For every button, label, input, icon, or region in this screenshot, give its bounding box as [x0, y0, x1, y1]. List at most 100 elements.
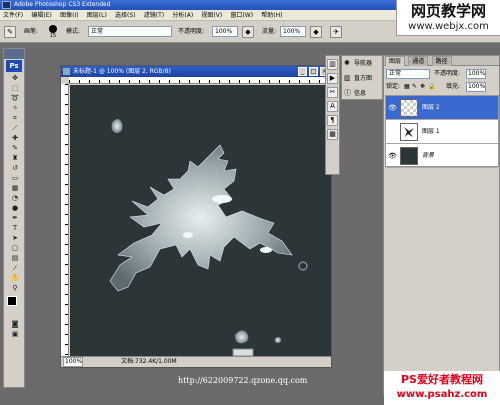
menu-image[interactable]: 图像(I): [57, 10, 81, 21]
pen-tool-icon[interactable]: ✒: [6, 213, 24, 223]
clone-stamp-tool-icon[interactable]: ♜: [6, 153, 24, 163]
tab-paths[interactable]: 路径: [431, 56, 452, 66]
lock-position-icon[interactable]: ✥: [420, 82, 425, 92]
paragraph-panel-icon[interactable]: ¶: [327, 115, 338, 126]
document-icon: [63, 68, 70, 75]
visibility-eye-icon[interactable]: 👁: [388, 104, 397, 112]
tablet-flow-icon[interactable]: ◆: [310, 26, 322, 38]
tool-presets-icon[interactable]: ✂: [327, 87, 338, 98]
layer-comps-icon[interactable]: ▦: [327, 129, 338, 140]
layer-lock-row: 锁定: ▦ ✎ ✥ 🔒 填充: 100%: [386, 82, 499, 93]
lock-transparency-icon[interactable]: ▦: [404, 82, 410, 92]
mode-value: 正常: [91, 28, 104, 35]
visibility-checkbox-icon[interactable]: [388, 128, 397, 136]
maximize-icon[interactable]: □: [309, 67, 318, 76]
marquee-tool-icon[interactable]: ⬚: [6, 83, 24, 93]
opacity-input[interactable]: 100%: [212, 26, 238, 37]
actions-panel-icon[interactable]: ▶: [327, 73, 338, 84]
history-brush-tool-icon[interactable]: ↺: [6, 163, 24, 173]
brush-tool-preset-icon[interactable]: ✎: [4, 26, 16, 38]
visibility-eye-icon[interactable]: 👁: [388, 152, 397, 160]
info-item[interactable]: ⓘ 信息: [342, 86, 382, 101]
navigator-panel: ✺ 导航器 ▥ 直方图 ⓘ 信息: [341, 55, 383, 100]
document-info[interactable]: 文档:732.4K/1.00M: [121, 357, 177, 367]
menu-edit[interactable]: 编辑(E): [28, 10, 54, 21]
ps-logo: Ps: [6, 60, 22, 72]
airbrush-icon[interactable]: ✈: [330, 26, 342, 38]
tab-layers[interactable]: 图层: [385, 56, 406, 66]
layer-thumbnail: [400, 99, 418, 117]
menu-layer[interactable]: 图层(L): [84, 10, 110, 21]
navigator-item[interactable]: ✺ 导航器: [342, 56, 382, 71]
menu-analysis[interactable]: 分析(A): [169, 10, 196, 21]
color-swatches[interactable]: [6, 295, 22, 317]
healing-brush-tool-icon[interactable]: ✚: [6, 133, 24, 143]
crop-tool-icon[interactable]: ⌗: [6, 113, 24, 123]
brush-picker[interactable]: 15: [46, 24, 60, 40]
screen-mode-icon[interactable]: ▣: [6, 329, 24, 339]
document-window: 未标题-1 @ 100% (图层 2, RGB/8) _ □ ×: [60, 65, 332, 368]
mode-select[interactable]: 正常: [88, 26, 172, 37]
shape-tool-icon[interactable]: ▢: [6, 243, 24, 253]
histogram-item[interactable]: ▥ 直方图: [342, 71, 382, 86]
flow-input[interactable]: 100%: [280, 26, 306, 37]
notes-tool-icon[interactable]: ▤: [6, 253, 24, 263]
magic-wand-tool-icon[interactable]: ✧: [6, 103, 24, 113]
foreground-color-swatch[interactable]: [7, 296, 17, 306]
flow-value: 100%: [283, 28, 301, 35]
brush-tool-icon[interactable]: ✎: [6, 143, 24, 153]
info-label: 信息: [354, 90, 367, 97]
canvas[interactable]: [70, 85, 331, 356]
watermark-top-url: www.webjx.com: [408, 21, 489, 32]
layer-name: 图层 2: [422, 104, 440, 111]
character-panel-icon[interactable]: A: [327, 101, 338, 112]
menu-select[interactable]: 选择(S): [112, 10, 139, 21]
history-panel-icon[interactable]: ▥: [327, 59, 338, 70]
layer-options-row: 正常 不透明度: 100%: [386, 69, 499, 80]
paint-splash-small-top: [111, 119, 123, 133]
eyedropper-tool-icon[interactable]: ⁄: [6, 263, 24, 273]
stamp-logo: [232, 348, 254, 356]
blend-mode-select[interactable]: 正常: [386, 69, 430, 79]
quick-mask-icon[interactable]: ◙: [6, 319, 24, 329]
fill-label: 填充:: [446, 83, 461, 90]
menu-help[interactable]: 帮助(H): [258, 10, 285, 21]
layer-row[interactable]: 👁 背景: [386, 144, 498, 168]
menu-window[interactable]: 窗口(W): [227, 10, 256, 21]
path-selection-tool-icon[interactable]: ➤: [6, 233, 24, 243]
watermark-bottom-text: PS爱好者教程网: [401, 373, 483, 386]
blur-tool-icon[interactable]: ◔: [6, 193, 24, 203]
eraser-tool-icon[interactable]: ▭: [6, 173, 24, 183]
layer-row[interactable]: 👁 图层 2: [386, 96, 498, 120]
watermark-top: 网页教学网 www.webjx.com: [396, 0, 500, 36]
fill-input[interactable]: 100%: [466, 82, 486, 92]
gradient-tool-icon[interactable]: ▦: [6, 183, 24, 193]
dodge-tool-icon[interactable]: ●: [6, 203, 24, 213]
minimize-icon[interactable]: _: [298, 67, 307, 76]
lock-all-icon[interactable]: 🔒: [428, 82, 435, 92]
lock-label: 锁定:: [386, 83, 401, 90]
navigator-label: 导航器: [354, 60, 373, 67]
hand-tool-icon[interactable]: ✋: [6, 273, 24, 283]
zoom-field[interactable]: 100%: [63, 357, 83, 367]
brush-label: 画笔:: [24, 28, 39, 35]
info-icon: ⓘ: [344, 89, 351, 97]
watermark-top-text: 网页教学网: [410, 2, 486, 20]
zoom-value: 100%: [65, 358, 83, 365]
menu-filter[interactable]: 滤镜(T): [141, 10, 167, 21]
slice-tool-icon[interactable]: ⟋: [6, 123, 24, 133]
lasso-tool-icon[interactable]: ➰: [6, 93, 24, 103]
type-tool-icon[interactable]: T: [6, 223, 24, 233]
menu-view[interactable]: 视图(V): [198, 10, 225, 21]
menu-file[interactable]: 文件(F): [0, 10, 26, 21]
tab-channels[interactable]: 通道: [408, 56, 429, 66]
zoom-tool-icon[interactable]: ⚲: [6, 283, 24, 293]
layer-thumbnail: [400, 123, 418, 141]
move-tool-icon[interactable]: ✥: [6, 73, 24, 83]
layer-row[interactable]: 图层 1: [386, 120, 498, 144]
document-title: 未标题-1 @ 100% (图层 2, RGB/8): [73, 68, 171, 75]
layer-opacity-input[interactable]: 100%: [466, 69, 486, 79]
tablet-opacity-icon[interactable]: ◆: [242, 26, 254, 38]
lock-pixels-icon[interactable]: ✎: [412, 82, 417, 92]
layer-thumbnail: [400, 147, 418, 165]
